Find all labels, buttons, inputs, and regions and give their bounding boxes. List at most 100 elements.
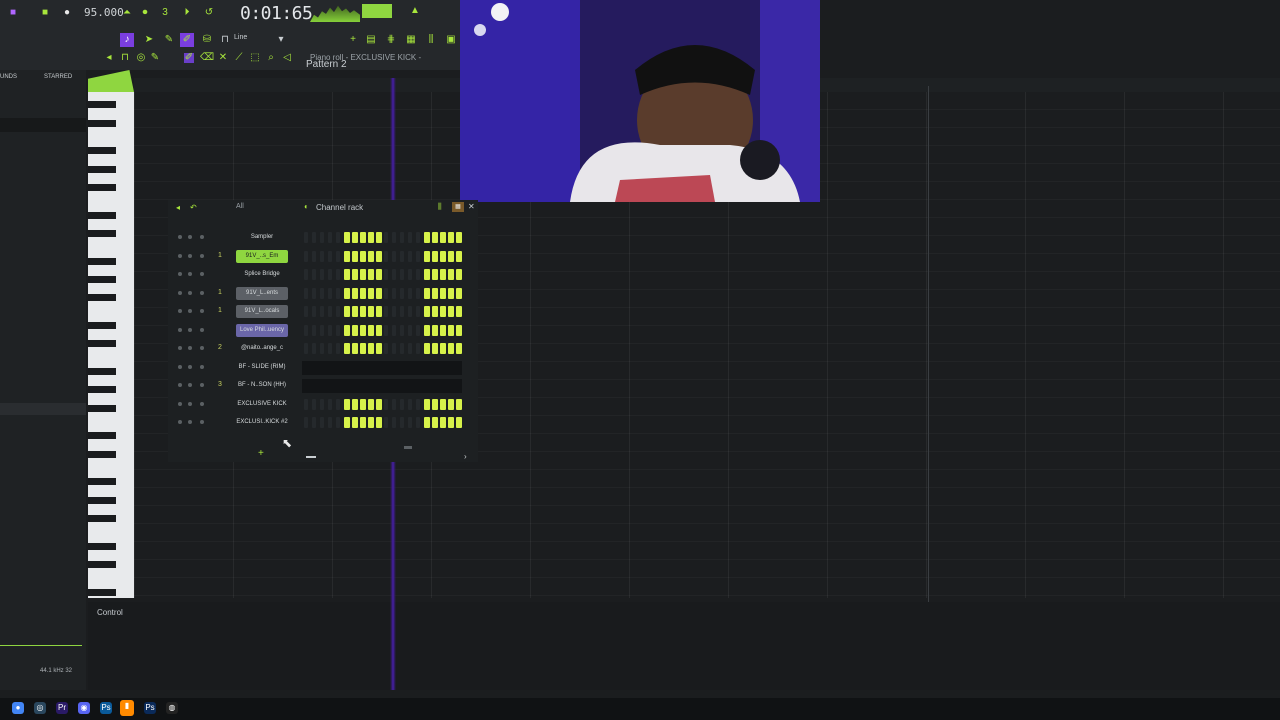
channel-name-button[interactable]: Love Phil..uency: [236, 323, 288, 337]
step-button[interactable]: [432, 250, 438, 262]
arrow-icon[interactable]: ➤: [144, 35, 154, 45]
step-button[interactable]: [408, 250, 412, 262]
pan-knob[interactable]: [188, 401, 192, 406]
step-button[interactable]: [368, 398, 374, 410]
step-button[interactable]: [456, 324, 462, 336]
step-button[interactable]: [416, 398, 420, 410]
pan-knob[interactable]: [188, 235, 192, 239]
step-button[interactable]: [448, 324, 454, 336]
step-button[interactable]: [440, 287, 446, 299]
chrome-icon[interactable]: ●: [12, 702, 24, 714]
control-dropdown[interactable]: Control: [97, 608, 123, 617]
step-button[interactable]: [448, 232, 454, 243]
step-button[interactable]: [400, 287, 404, 299]
channel-name-button[interactable]: @naito..ange_c: [236, 342, 288, 355]
horizontal-scrollbar[interactable]: [404, 446, 412, 449]
step-button[interactable]: [384, 269, 388, 280]
step-button[interactable]: [328, 287, 332, 299]
volume-knob[interactable]: [200, 253, 204, 258]
step-button[interactable]: [304, 417, 308, 428]
step-button[interactable]: [416, 306, 420, 317]
volume-knob[interactable]: [200, 327, 204, 332]
step-button[interactable]: [400, 269, 404, 280]
step-button[interactable]: [336, 269, 340, 280]
mute-led[interactable]: [178, 364, 182, 369]
step-button[interactable]: [360, 343, 366, 354]
step-button[interactable]: [344, 343, 350, 354]
step-button[interactable]: [344, 306, 350, 317]
countdown-icon[interactable]: 3: [160, 8, 170, 18]
step-button[interactable]: [328, 232, 332, 243]
delete-icon[interactable]: ⌫: [200, 53, 214, 63]
step-button[interactable]: [424, 269, 430, 280]
step-button[interactable]: [400, 343, 404, 354]
step-button[interactable]: [392, 324, 396, 336]
channel-row[interactable]: 1 91V_L..ocals: [168, 304, 478, 320]
step-button[interactable]: [312, 250, 316, 262]
step-button[interactable]: [376, 343, 382, 354]
step-button[interactable]: [408, 232, 412, 243]
step-button[interactable]: [360, 232, 366, 243]
step-button[interactable]: [336, 398, 340, 410]
step-button[interactable]: [392, 250, 396, 262]
step-button[interactable]: [384, 250, 388, 262]
channel-row[interactable]: Love Phil..uency: [168, 323, 478, 339]
step-button[interactable]: [424, 232, 430, 243]
snap-select[interactable]: Line: [234, 34, 247, 41]
black-key[interactable]: [88, 496, 116, 504]
step-button[interactable]: [352, 306, 358, 317]
volume-knob[interactable]: [200, 383, 204, 387]
step-button[interactable]: [352, 287, 358, 299]
step-button[interactable]: [368, 343, 374, 354]
step-button[interactable]: [312, 417, 316, 428]
step-button[interactable]: [440, 250, 446, 262]
step-button[interactable]: [320, 324, 324, 336]
pencil-icon[interactable]: ✎: [164, 35, 174, 45]
mute-led[interactable]: [178, 420, 182, 424]
black-key[interactable]: [88, 588, 116, 596]
black-key[interactable]: [88, 340, 116, 348]
blend-icon[interactable]: ⏵: [182, 8, 192, 18]
browser-selection[interactable]: [0, 403, 86, 415]
step-button[interactable]: [336, 232, 340, 243]
channel-name-button[interactable]: 91V_L..ents: [236, 286, 288, 300]
channel-piano-roll-preview[interactable]: [302, 379, 462, 393]
step-button[interactable]: [408, 324, 412, 336]
step-button[interactable]: [376, 250, 382, 262]
step-button[interactable]: [456, 232, 462, 243]
step-button[interactable]: [424, 306, 430, 317]
mute-led[interactable]: [178, 290, 182, 295]
tempo-display[interactable]: 95.000: [84, 6, 124, 19]
master-level[interactable]: [362, 4, 392, 18]
step-button[interactable]: [304, 343, 308, 354]
pan-knob[interactable]: [188, 309, 192, 313]
step-button[interactable]: [320, 269, 324, 280]
step-button[interactable]: [440, 232, 446, 243]
step-button[interactable]: [344, 398, 350, 410]
step-button[interactable]: [432, 343, 438, 354]
step-button[interactable]: [368, 324, 374, 336]
stamp-icon[interactable]: ◎: [136, 53, 146, 63]
channel-row[interactable]: Splice Bridge: [168, 267, 478, 283]
black-key[interactable]: [88, 542, 116, 550]
step-button[interactable]: [320, 417, 324, 428]
step-button[interactable]: [448, 343, 454, 354]
step-button[interactable]: [408, 398, 412, 410]
volume-knob[interactable]: [200, 235, 204, 239]
step-button[interactable]: [376, 324, 382, 336]
step-button[interactable]: [376, 306, 382, 317]
browser-folder[interactable]: [0, 118, 86, 132]
step-button[interactable]: [400, 324, 404, 336]
step-button[interactable]: [400, 306, 404, 317]
tool-menu-icon[interactable]: ◂: [104, 53, 114, 63]
step-button[interactable]: [392, 287, 396, 299]
step-button[interactable]: [456, 250, 462, 262]
step-button[interactable]: [368, 417, 374, 428]
step-button[interactable]: [384, 324, 388, 336]
step-button[interactable]: [416, 269, 420, 280]
step-button[interactable]: [448, 398, 454, 410]
step-button[interactable]: [432, 417, 438, 428]
step-view-icon[interactable]: ▦: [452, 202, 464, 212]
mute-led[interactable]: [178, 383, 182, 387]
steam-icon[interactable]: ◎: [34, 702, 46, 714]
